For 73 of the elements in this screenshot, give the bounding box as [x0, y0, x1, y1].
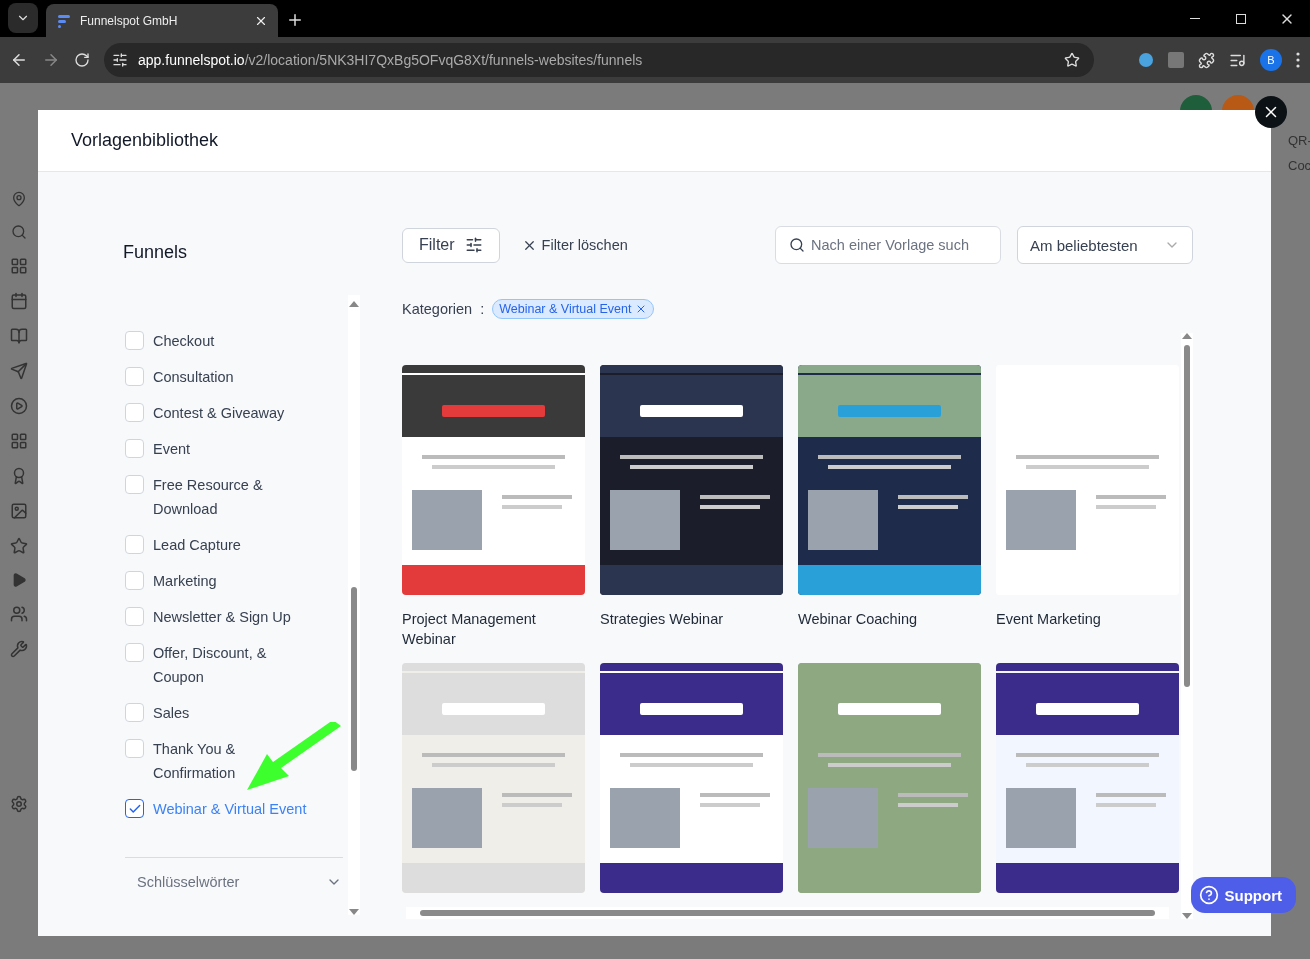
- sort-dropdown[interactable]: Am beliebtesten: [1017, 226, 1193, 264]
- search-icon[interactable]: [11, 224, 27, 240]
- users-icon[interactable]: [10, 605, 28, 623]
- filter-chip[interactable]: Webinar & Virtual Event: [492, 299, 655, 319]
- template-preview[interactable]: [798, 365, 981, 595]
- category-label[interactable]: Free Resource & Download: [153, 473, 303, 521]
- template-title: Webinar Coaching: [798, 610, 919, 629]
- address-bar[interactable]: app.funnelspot.io/v2/location/5NK3HI7QxBg5OFvqG8Xt/funnels-websites/funnels: [104, 43, 1094, 77]
- category-label[interactable]: Thank You & Confirmation: [153, 737, 303, 785]
- reload-icon[interactable]: [74, 52, 90, 68]
- template-preview[interactable]: [600, 663, 783, 893]
- dialog-title: Vorlagenbibliothek: [71, 130, 219, 151]
- calendar-icon[interactable]: [10, 292, 28, 310]
- tab-list-button[interactable]: [8, 3, 38, 33]
- back-icon[interactable]: [10, 51, 28, 69]
- settings-icon[interactable]: [10, 795, 28, 813]
- category-label[interactable]: Newsletter & Sign Up: [153, 605, 303, 629]
- category-label[interactable]: Marketing: [153, 569, 303, 593]
- template-title: Event Marketing: [996, 610, 1102, 629]
- tab-title: Funnelspot GmbH: [80, 13, 179, 28]
- category-label[interactable]: Offer, Discount, & Coupon: [153, 641, 303, 689]
- bookmark-icon[interactable]: [1064, 52, 1080, 68]
- filter-icon: [464, 236, 483, 254]
- scrollbar[interactable]: [348, 295, 360, 915]
- maximize-icon: [1236, 13, 1246, 24]
- extension-icon[interactable]: [1138, 52, 1154, 68]
- category-label[interactable]: Lead Capture: [153, 533, 303, 557]
- minimize-icon: [1190, 17, 1200, 20]
- menu-icon[interactable]: [1296, 52, 1300, 68]
- filter-button[interactable]: Filter: [402, 227, 500, 263]
- send-icon[interactable]: [10, 362, 28, 380]
- category-label[interactable]: Event: [153, 437, 303, 461]
- image-icon[interactable]: [10, 502, 28, 520]
- url-path: /v2/location/5NK3HI7QxBg5OFvqG8Xt/funnels-websites/funnels: [244, 52, 643, 68]
- wrench-icon[interactable]: [10, 640, 28, 658]
- book-icon[interactable]: [10, 327, 28, 345]
- logo-icon: [56, 12, 72, 29]
- template-preview[interactable]: [600, 365, 783, 595]
- profile-avatar[interactable]: B: [1260, 49, 1282, 71]
- category-label[interactable]: Webinar & Virtual Event: [153, 797, 333, 821]
- category-label[interactable]: Sales: [153, 701, 303, 725]
- category-label[interactable]: Contest & Giveaway: [153, 401, 303, 425]
- template-preview[interactable]: [996, 663, 1179, 893]
- categories-label: Kategorien: [402, 301, 473, 317]
- section-heading: Funnels: [123, 242, 189, 263]
- category-label[interactable]: Consultation: [153, 365, 303, 389]
- search-field[interactable]: Nach einer Vorlage such: [775, 226, 1001, 264]
- category-label[interactable]: Checkout: [153, 329, 303, 353]
- new-tab-icon[interactable]: [286, 11, 304, 29]
- keywords-dropdown[interactable]: Schlüsselwörter: [137, 874, 342, 890]
- support-button[interactable]: Support: [1190, 877, 1296, 913]
- clear-filter-button[interactable]: Filter löschen: [515, 236, 634, 254]
- separator: :: [480, 301, 485, 317]
- help-icon: [1198, 885, 1219, 905]
- play-circle-icon[interactable]: [10, 397, 28, 415]
- puzzle-icon[interactable]: [1198, 51, 1215, 69]
- background-label: Coc: [1288, 158, 1310, 173]
- horizontal-scrollbar[interactable]: [406, 907, 1169, 919]
- dashboard-icon[interactable]: [10, 257, 28, 275]
- template-title: Project Management Webinar: [402, 610, 537, 649]
- site-settings-icon[interactable]: [112, 52, 128, 68]
- browser-tab[interactable]: Funnelspot GmbH: [46, 4, 278, 37]
- forward-icon[interactable]: [42, 51, 60, 69]
- close-button[interactable]: [1255, 96, 1287, 128]
- template-title: Strategies Webinar: [600, 610, 725, 629]
- vertical-scrollbar[interactable]: [1181, 333, 1193, 919]
- play-icon[interactable]: [11, 572, 27, 588]
- star-icon[interactable]: [10, 537, 28, 555]
- location-icon[interactable]: [11, 191, 27, 207]
- template-preview[interactable]: [402, 365, 585, 595]
- checkbox[interactable]: [125, 799, 144, 818]
- search-icon: [789, 237, 805, 253]
- url-host: app.funnelspot.io: [138, 52, 245, 68]
